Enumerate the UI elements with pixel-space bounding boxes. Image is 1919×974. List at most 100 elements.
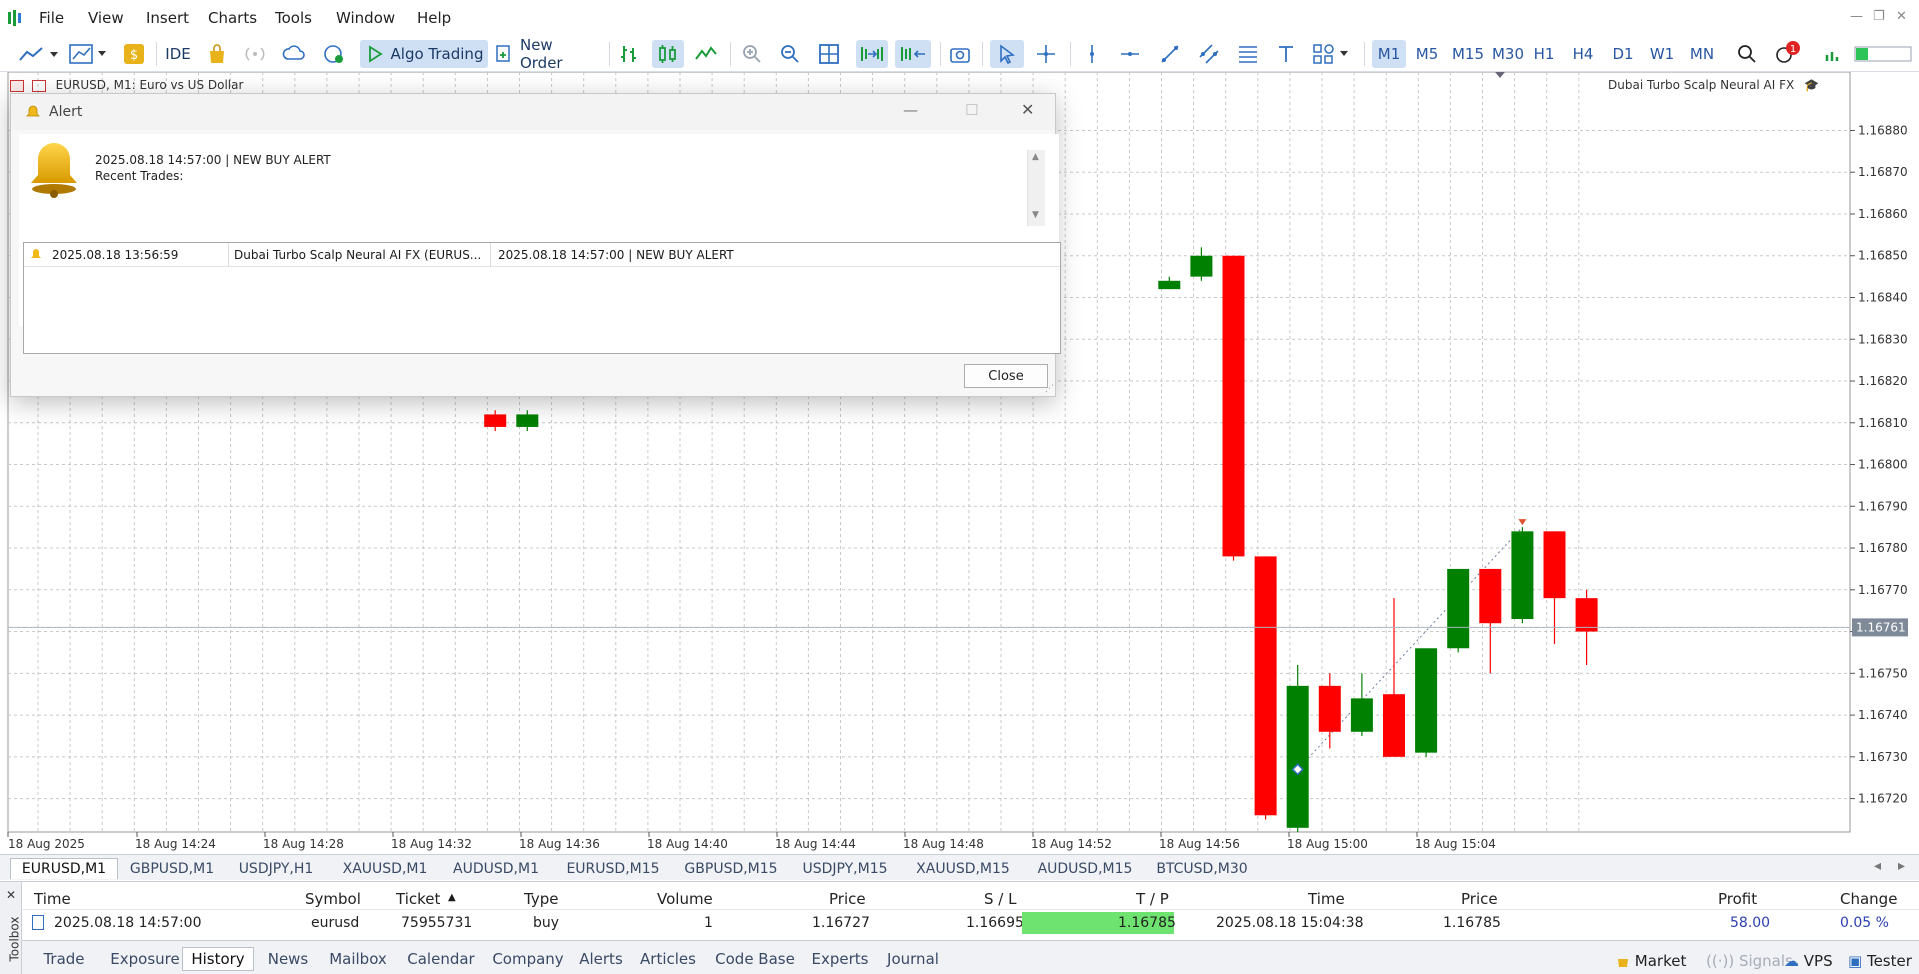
line-chart-icon[interactable] — [692, 40, 720, 68]
alert-scrollbar[interactable]: ▲ ▼ — [1027, 150, 1045, 226]
timeframe-m30[interactable]: M30 — [1488, 40, 1528, 68]
bar-chart-icon[interactable] — [615, 40, 643, 68]
chart-tab[interactable]: BTCUSD,M30 — [1150, 858, 1254, 879]
search-icon[interactable] — [1733, 40, 1761, 68]
menu-window[interactable]: Window — [336, 9, 395, 27]
column-header-type[interactable]: Type — [524, 890, 558, 908]
horizontal-line-icon[interactable] — [1116, 40, 1144, 68]
ide-button[interactable]: IDE — [164, 40, 192, 68]
algo-trading-button[interactable]: Algo Trading — [360, 40, 488, 68]
tab-exposure[interactable]: Exposure — [102, 947, 188, 971]
chart-tab[interactable]: GBPUSD,M1 — [122, 858, 222, 879]
globe-icon[interactable] — [320, 40, 348, 68]
timeframe-d1[interactable]: D1 — [1606, 40, 1640, 68]
alert-close-button[interactable]: Close — [964, 364, 1048, 388]
chart-tab[interactable]: AUDUSD,M1 — [444, 858, 548, 879]
zoom-in-icon[interactable] — [738, 40, 766, 68]
menu-charts[interactable]: Charts — [208, 9, 257, 27]
tab-news[interactable]: News — [262, 947, 314, 971]
timeframe-mn[interactable]: MN — [1684, 40, 1720, 68]
toolbox-close-icon[interactable]: ✕ — [6, 888, 16, 902]
text-icon[interactable] — [1272, 40, 1300, 68]
tab-articles[interactable]: Articles — [634, 947, 702, 971]
alert-close-icon[interactable]: ✕ — [1021, 100, 1034, 119]
signals-button[interactable]: ((·)) Signals — [1706, 952, 1793, 970]
candles-icon[interactable] — [652, 40, 684, 68]
menu-tools[interactable]: Tools — [275, 9, 312, 27]
chart-tab[interactable]: EURUSD,M1 — [10, 858, 118, 879]
tabs-scroll-left-icon[interactable]: ◂ — [1874, 858, 1881, 874]
column-header-ticket[interactable]: Ticket — [396, 890, 440, 908]
resize-grip-icon[interactable]: ⋰ — [1045, 384, 1054, 394]
alert-maximize-icon[interactable]: ☐ — [965, 101, 978, 119]
chart-tab[interactable]: GBPUSD,M15 — [676, 858, 786, 879]
tab-calendar[interactable]: Calendar — [402, 947, 480, 971]
tab-company[interactable]: Company — [488, 947, 568, 971]
alert-list-row[interactable]: 2025.08.18 13:56:59 Dubai Turbo Scalp Ne… — [24, 243, 1060, 267]
level-icon[interactable] — [1820, 40, 1848, 68]
alert-minimize-icon[interactable]: — — [903, 101, 918, 119]
tab-trade[interactable]: Trade — [36, 947, 92, 971]
menu-file[interactable]: File — [39, 9, 64, 27]
close-window-icon[interactable]: ✕ — [1896, 9, 1907, 24]
autoscroll-icon[interactable] — [856, 40, 888, 68]
grid-icon[interactable] — [815, 40, 843, 68]
column-header-profit[interactable]: Profit — [1718, 890, 1757, 908]
vps-button[interactable]: ☁ VPS — [1784, 952, 1833, 970]
crosshair-icon[interactable] — [1032, 40, 1060, 68]
column-header-sl[interactable]: S / L — [984, 890, 1016, 908]
cloud-icon[interactable] — [280, 40, 308, 68]
timeframe-m5[interactable]: M5 — [1410, 40, 1444, 68]
timeframe-h1[interactable]: H1 — [1528, 40, 1560, 68]
chart-tab[interactable]: USDJPY,M15 — [792, 858, 898, 879]
alert-titlebar[interactable]: Alert — ☐ ✕ — [11, 94, 1055, 130]
new-order-button[interactable]: New Order — [494, 36, 600, 72]
column-header-change[interactable]: Change — [1840, 890, 1897, 908]
tabs-scroll-right-icon[interactable]: ▸ — [1898, 858, 1905, 874]
chart-tab[interactable]: AUDUSD,M15 — [1030, 858, 1140, 879]
timeframe-m15[interactable]: M15 — [1448, 40, 1488, 68]
chart-tab[interactable]: EURUSD,M15 — [558, 858, 668, 879]
tab-mailbox[interactable]: Mailbox — [322, 947, 394, 971]
signal-icon[interactable] — [242, 40, 268, 68]
minimize-icon[interactable]: — — [1850, 9, 1863, 24]
chart-tab[interactable]: XAUUSD,M15 — [906, 858, 1020, 879]
fibonacci-icon[interactable] — [1234, 40, 1262, 68]
alert-history-list[interactable]: 2025.08.18 13:56:59 Dubai Turbo Scalp Ne… — [23, 242, 1061, 354]
dollar-icon[interactable]: $ — [121, 40, 147, 68]
chart-tab[interactable]: USDJPY,H1 — [226, 858, 326, 879]
zoom-out-icon[interactable] — [776, 40, 804, 68]
channel-icon[interactable] — [1195, 40, 1223, 68]
column-header-close-time[interactable]: Time — [1308, 890, 1345, 908]
column-header-volume[interactable]: Volume — [657, 890, 713, 908]
column-header-symbol[interactable]: Symbol — [305, 890, 361, 908]
menu-help[interactable]: Help — [417, 9, 451, 27]
expert-advisor-label[interactable]: Dubai Turbo Scalp Neural AI FX 🎓 — [1608, 78, 1819, 92]
menu-view[interactable]: View — [88, 9, 124, 27]
trendline-icon[interactable] — [1156, 40, 1184, 68]
timeframe-h4[interactable]: H4 — [1566, 40, 1600, 68]
vertical-line-icon[interactable] — [1078, 40, 1106, 68]
tab-history[interactable]: History — [182, 947, 254, 971]
notifications-icon[interactable]: 1 — [1772, 40, 1802, 68]
tab-journal[interactable]: Journal — [880, 947, 946, 971]
timeframe-m1[interactable]: M1 — [1372, 40, 1406, 68]
chart-shift-icon[interactable] — [895, 40, 931, 68]
restore-icon[interactable]: ❐ — [1873, 9, 1885, 24]
menu-insert[interactable]: Insert — [146, 9, 189, 27]
tab-alerts[interactable]: Alerts — [576, 947, 626, 971]
cursor-icon[interactable] — [990, 40, 1024, 68]
tab-experts[interactable]: Experts — [808, 947, 872, 971]
screenshot-icon[interactable] — [946, 40, 974, 68]
shapes-icon[interactable] — [1310, 40, 1354, 68]
chart-tab[interactable]: XAUUSD,M1 — [330, 858, 440, 879]
column-header-tp[interactable]: T / P — [1136, 890, 1169, 908]
line-tool-icon[interactable] — [16, 40, 60, 68]
tab-code-base[interactable]: Code Base — [710, 947, 800, 971]
market-button[interactable]: Market — [1616, 952, 1686, 970]
tester-button[interactable]: ▣ Tester — [1848, 952, 1912, 970]
chart-type-icon[interactable] — [66, 40, 110, 68]
timeframe-w1[interactable]: W1 — [1644, 40, 1680, 68]
column-header-price[interactable]: Price — [829, 890, 866, 908]
column-header-time[interactable]: Time — [34, 890, 71, 908]
